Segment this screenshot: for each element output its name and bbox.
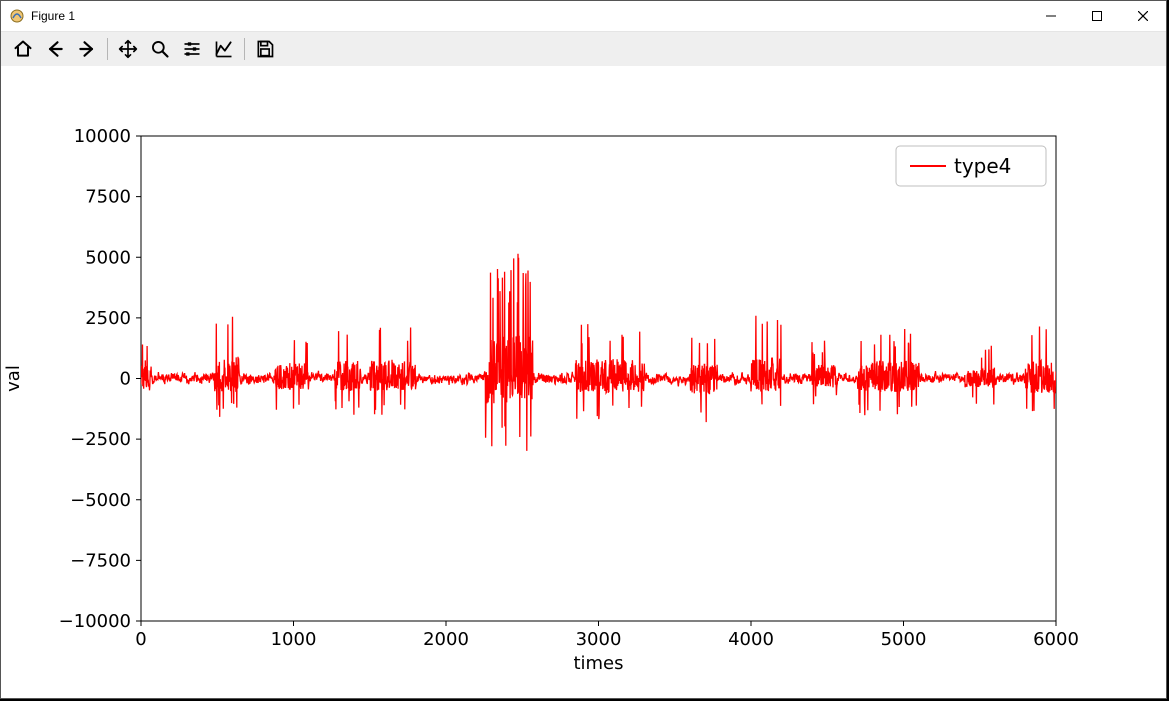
maximize-button[interactable]	[1074, 1, 1120, 31]
home-button[interactable]	[8, 34, 38, 64]
svg-text:4000: 4000	[728, 629, 774, 650]
svg-text:2500: 2500	[85, 308, 131, 329]
svg-text:0: 0	[120, 369, 131, 390]
minimize-button[interactable]	[1028, 1, 1074, 31]
legend-label: type4	[954, 154, 1011, 178]
back-button[interactable]	[40, 34, 70, 64]
svg-text:5000: 5000	[881, 629, 927, 650]
svg-text:−2500: −2500	[70, 429, 131, 450]
toolbar-divider	[244, 38, 245, 60]
close-button[interactable]	[1120, 1, 1166, 31]
zoom-button[interactable]	[145, 34, 175, 64]
ylabel: val	[3, 365, 24, 392]
toolbar-divider	[107, 38, 108, 60]
svg-text:6000: 6000	[1033, 629, 1079, 650]
titlebar: Figure 1	[1, 1, 1166, 32]
svg-text:1000: 1000	[271, 629, 317, 650]
svg-text:−5000: −5000	[70, 490, 131, 511]
plot-svg: 0 1000 2000 3000 4000 5000 6000 −10000 −7500 −500…	[1, 66, 1166, 698]
svg-text:−7500: −7500	[70, 550, 131, 571]
figure-canvas[interactable]: 0 1000 2000 3000 4000 5000 6000 −10000 −7500 −500…	[1, 66, 1166, 698]
figure-window: Figure 1	[0, 0, 1167, 699]
svg-text:7500: 7500	[85, 187, 131, 208]
pan-button[interactable]	[113, 34, 143, 64]
svg-text:5000: 5000	[85, 247, 131, 268]
app-icon	[9, 8, 25, 24]
forward-button[interactable]	[72, 34, 102, 64]
xlabel: times	[573, 653, 623, 674]
save-button[interactable]	[250, 34, 280, 64]
mpl-toolbar	[1, 32, 1166, 67]
svg-text:0: 0	[135, 629, 146, 650]
svg-text:−10000: −10000	[59, 611, 131, 632]
subplots-button[interactable]	[177, 34, 207, 64]
window-title: Figure 1	[31, 9, 75, 23]
svg-text:3000: 3000	[576, 629, 622, 650]
svg-text:10000: 10000	[74, 126, 131, 147]
axes-button[interactable]	[209, 34, 239, 64]
svg-text:2000: 2000	[423, 629, 469, 650]
